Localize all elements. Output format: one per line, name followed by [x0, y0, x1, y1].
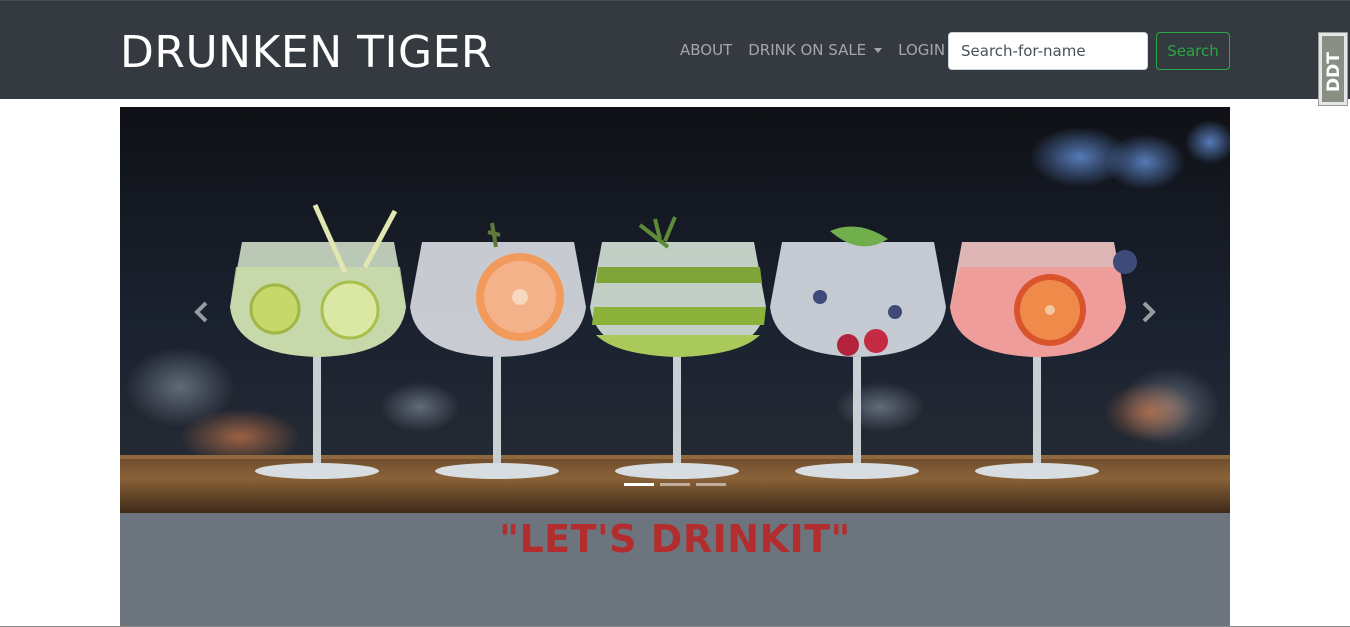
carousel-next-button[interactable] — [1132, 297, 1162, 327]
nav-links: ABOUT DRINK ON SALE LOGIN — [680, 41, 961, 59]
nav-link-login[interactable]: LOGIN — [898, 41, 945, 59]
extension-badge[interactable]: DDT — [1318, 32, 1348, 106]
carousel-indicator-1[interactable] — [624, 483, 654, 486]
caret-down-icon — [874, 48, 883, 53]
nav-dropdown-label: DRINK ON SALE — [748, 41, 867, 59]
nav-dropdown-drink-on-sale[interactable]: DRINK ON SALE — [748, 41, 883, 59]
tagline-section: "LET'S DRINKIT" — [120, 513, 1230, 627]
carousel-indicators — [624, 483, 732, 486]
carousel-prev-button[interactable] — [188, 297, 218, 327]
search-button[interactable]: Search — [1156, 32, 1230, 70]
carousel-indicator-3[interactable] — [696, 483, 726, 486]
search-input[interactable] — [948, 32, 1148, 70]
drinks-carousel — [120, 107, 1230, 513]
navbar: DRUNKEN TIGER ABOUT DRINK ON SALE LOGIN … — [0, 0, 1350, 99]
cocktail-glasses-image — [120, 107, 1230, 513]
extension-badge-label: DDT — [1324, 52, 1344, 92]
brand-logo[interactable]: DRUNKEN TIGER — [120, 27, 492, 79]
tagline-text: "LET'S DRINKIT" — [499, 517, 851, 561]
carousel-indicator-2[interactable] — [660, 483, 690, 486]
nav-link-about[interactable]: ABOUT — [680, 41, 732, 59]
chevron-right-icon — [1142, 301, 1156, 323]
chevron-left-icon — [194, 301, 208, 323]
